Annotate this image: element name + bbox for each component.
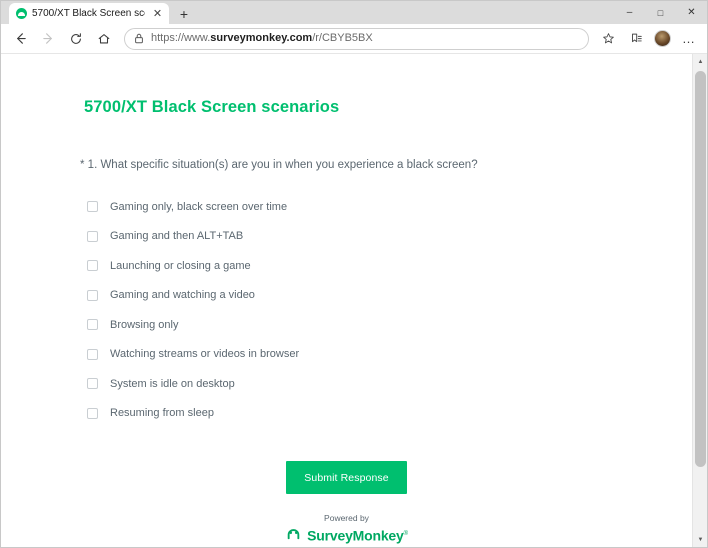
survey-footer: Powered by SurveyMonkey® See how easy it… — [1, 513, 692, 547]
page-viewport: 5700/XT Black Screen scenarios * 1. What… — [1, 54, 707, 547]
option-checkbox[interactable] — [87, 378, 98, 390]
close-tab-icon[interactable]: ✕ — [150, 6, 165, 21]
browser-toolbar: https://www.surveymonkey.com/r/CBYB5BX … — [1, 24, 707, 54]
option-checkbox[interactable] — [87, 289, 98, 301]
back-button[interactable] — [7, 27, 33, 51]
submit-response-button[interactable]: Submit Response — [286, 461, 407, 494]
option-row[interactable]: Gaming and watching a video — [87, 281, 692, 311]
reload-button[interactable] — [63, 27, 89, 51]
settings-menu-button[interactable]: … — [677, 27, 701, 51]
new-tab-button[interactable]: + — [173, 3, 195, 24]
option-row[interactable]: Resuming from sleep — [87, 399, 692, 429]
option-row[interactable]: Launching or closing a game — [87, 251, 692, 281]
url-prefix: https://www. — [151, 32, 211, 44]
tab-strip: 5700/XT Black Screen scenarios ✕ + – □ ✕ — [1, 1, 707, 24]
close-window-button[interactable]: ✕ — [676, 1, 707, 24]
options-list: Gaming only, black screen over time Gami… — [87, 192, 692, 428]
survey-container: 5700/XT Black Screen scenarios * 1. What… — [1, 54, 692, 547]
home-button[interactable] — [91, 27, 117, 51]
option-row[interactable]: Watching streams or videos in browser — [87, 340, 692, 370]
collections-icon[interactable] — [623, 27, 648, 51]
page-title: 5700/XT Black Screen scenarios — [84, 98, 340, 116]
option-row[interactable]: Gaming only, black screen over time — [87, 192, 692, 222]
option-row[interactable]: Gaming and then ALT+TAB — [87, 222, 692, 252]
option-label: Gaming and watching a video — [110, 289, 255, 302]
survey-page: 5700/XT Black Screen scenarios * 1. What… — [1, 54, 692, 547]
option-label: Resuming from sleep — [110, 407, 214, 420]
option-checkbox[interactable] — [87, 407, 98, 419]
option-label: Browsing only — [110, 318, 179, 331]
surveymonkey-favicon-icon — [16, 8, 27, 19]
option-row[interactable]: System is idle on desktop — [87, 369, 692, 399]
powered-by-label: Powered by — [324, 513, 369, 523]
star-icon[interactable] — [596, 27, 621, 51]
option-checkbox[interactable] — [87, 201, 98, 213]
lock-icon — [134, 33, 144, 44]
surveymonkey-logo-icon — [285, 528, 302, 541]
question-text: * 1. What specific situation(s) are you … — [80, 159, 478, 171]
submit-area: Submit Response — [1, 461, 692, 494]
option-label: Launching or closing a game — [110, 259, 251, 272]
browser-window: 5700/XT Black Screen scenarios ✕ + – □ ✕ — [0, 0, 708, 548]
trademark-symbol: ® — [403, 531, 408, 537]
option-checkbox[interactable] — [87, 230, 98, 242]
option-row[interactable]: Browsing only — [87, 310, 692, 340]
surveymonkey-brand: SurveyMonkey® — [285, 526, 408, 544]
window-controls: – □ ✕ — [614, 1, 707, 24]
url-domain: surveymonkey.com — [210, 32, 313, 44]
option-label: Watching streams or videos in browser — [110, 348, 300, 361]
profile-avatar[interactable] — [654, 30, 671, 47]
option-checkbox[interactable] — [87, 348, 98, 360]
browser-tab[interactable]: 5700/XT Black Screen scenarios ✕ — [9, 3, 169, 24]
option-label: System is idle on desktop — [110, 377, 235, 390]
option-label: Gaming only, black screen over time — [110, 200, 288, 213]
url-text: https://www.surveymonkey.com/r/CBYB5BX — [151, 32, 373, 45]
forward-button[interactable] — [35, 27, 61, 51]
option-checkbox[interactable] — [87, 260, 98, 272]
maximize-button[interactable]: □ — [645, 1, 676, 24]
tab-title: 5700/XT Black Screen scenarios — [32, 7, 145, 19]
surveymonkey-wordmark: SurveyMonkey® — [307, 527, 408, 544]
scrollbar-thumb[interactable] — [695, 71, 706, 467]
vertical-scrollbar[interactable]: ▲ ▼ — [692, 54, 707, 547]
scroll-down-icon[interactable]: ▼ — [693, 532, 707, 547]
url-path: /r/CBYB5BX — [312, 32, 373, 44]
option-checkbox[interactable] — [87, 319, 98, 331]
address-bar[interactable]: https://www.surveymonkey.com/r/CBYB5BX — [124, 27, 589, 50]
minimize-button[interactable]: – — [614, 1, 645, 24]
option-label: Gaming and then ALT+TAB — [110, 230, 244, 243]
scroll-up-icon[interactable]: ▲ — [693, 54, 707, 69]
